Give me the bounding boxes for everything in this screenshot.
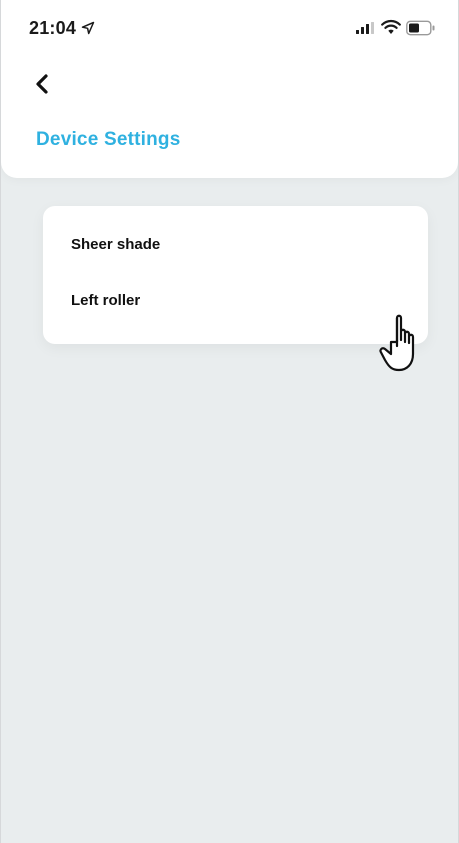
device-item-left-roller[interactable]: Left roller (71, 280, 401, 320)
chevron-left-icon (36, 74, 48, 94)
device-list: Sheer shade Left roller (43, 206, 428, 344)
cellular-signal-icon (356, 22, 374, 34)
app-screen: 21:04 Device Settings Sheer shade Left r… (0, 0, 459, 843)
battery-icon (406, 20, 435, 36)
device-item-label: Left roller (71, 291, 141, 309)
location-arrow-icon (81, 21, 95, 35)
device-item-label: Sheer shade (71, 235, 161, 253)
status-time: 21:04 (29, 18, 77, 38)
back-button[interactable] (31, 70, 55, 98)
page-title: Device Settings (36, 129, 181, 150)
status-bar: 21:04 (1, 0, 458, 56)
wifi-icon (381, 19, 401, 34)
device-item-sheer-shade[interactable]: Sheer shade (71, 224, 401, 264)
header-area: 21:04 Device Settings (1, 0, 458, 178)
